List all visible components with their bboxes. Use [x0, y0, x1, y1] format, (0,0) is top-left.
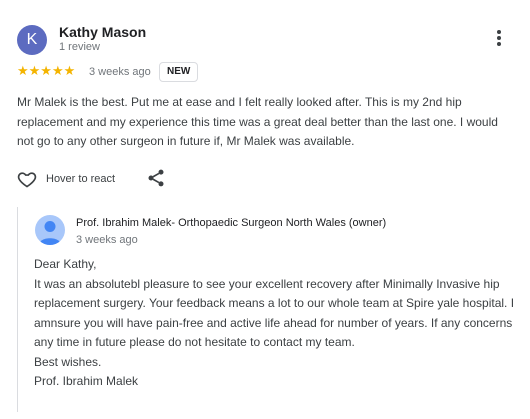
share-icon[interactable] — [146, 168, 166, 188]
owner-reply-time: 3 weeks ago — [76, 234, 138, 246]
reviewer-review-count: 1 review — [59, 41, 100, 53]
reviewer-avatar[interactable]: K — [17, 25, 47, 55]
owner-name: Prof. Ibrahim Malek- Orthopaedic Surgeon… — [76, 217, 387, 229]
review-card: K Kathy Mason 1 review ★★★★★ 3 weeks ago… — [0, 0, 530, 419]
review-text: Mr Malek is the best. Put me at ease and… — [17, 95, 498, 148]
heart-outline-icon[interactable] — [17, 169, 37, 189]
reply-line: Prof. Ibrahim Malek — [34, 374, 139, 388]
review-time: 3 weeks ago — [89, 66, 151, 78]
reply-line: Dear Kathy, — [34, 257, 97, 271]
star-rating: ★★★★★ — [17, 63, 76, 78]
new-badge: NEW — [159, 62, 199, 82]
owner-reply: Prof. Ibrahim Malek- Orthopaedic Surgeon… — [17, 207, 523, 412]
reply-line: It was an absolutebl pleasure to see you… — [34, 276, 518, 350]
reviewer-name[interactable]: Kathy Mason — [59, 24, 146, 40]
reply-line: Best wishes. — [34, 354, 102, 369]
react-label[interactable]: Hover to react — [46, 173, 115, 185]
owner-reply-text: Dear Kathy, It was an absolutebl pleasur… — [34, 255, 519, 392]
more-vert-icon[interactable] — [490, 30, 508, 50]
person-avatar-icon — [35, 215, 65, 245]
